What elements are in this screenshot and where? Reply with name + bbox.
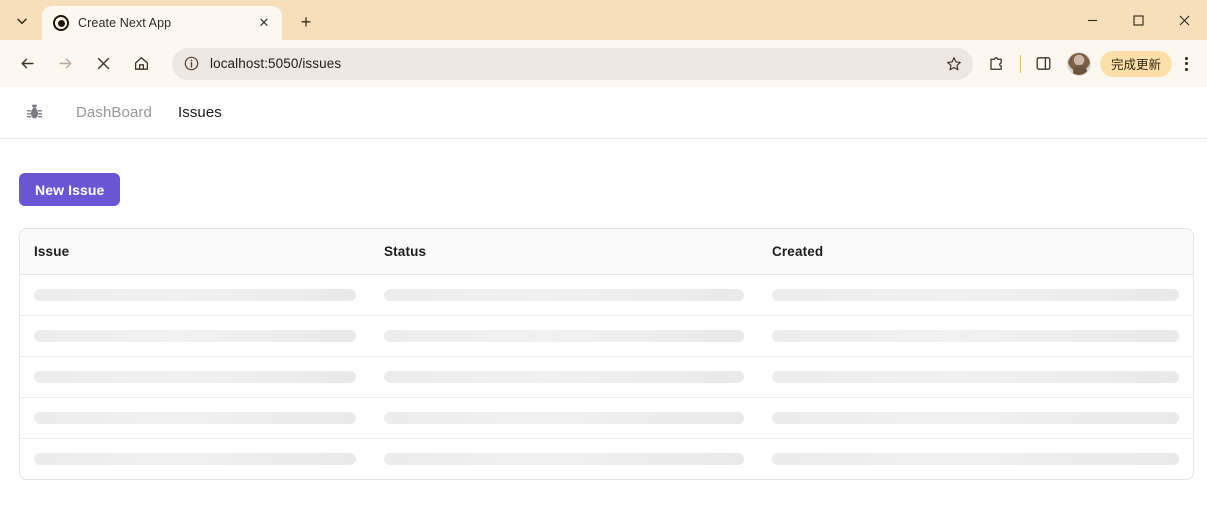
star-icon[interactable] (941, 51, 967, 77)
cell-created (758, 275, 1193, 316)
maximize-button[interactable] (1115, 0, 1161, 40)
table-row[interactable] (20, 357, 1193, 398)
column-header-created[interactable]: Created (758, 229, 1193, 275)
new-tab-button[interactable]: + (292, 8, 320, 36)
nav-link-issues[interactable]: Issues (178, 104, 222, 121)
cell-status (370, 316, 758, 357)
side-panel-icon (1037, 57, 1051, 70)
close-window-button[interactable] (1161, 0, 1207, 40)
back-button[interactable] (12, 49, 42, 79)
cell-created (758, 439, 1193, 480)
table-body (20, 275, 1193, 480)
table-row[interactable] (20, 439, 1193, 480)
url-text[interactable]: localhost:5050/issues (210, 56, 941, 71)
cell-status (370, 357, 758, 398)
column-header-issue[interactable]: Issue (20, 229, 370, 275)
app-navbar: DashBoard Issues (0, 87, 1207, 139)
new-issue-button[interactable]: New Issue (19, 173, 121, 206)
table-header-row: Issue Status Created (20, 229, 1193, 275)
cell-issue (20, 275, 370, 316)
arrow-right-icon (58, 58, 71, 69)
page-viewport: DashBoard Issues New Issue Issue Status … (0, 87, 1207, 529)
tab-search-button[interactable] (8, 7, 36, 35)
avatar[interactable] (1066, 51, 1091, 76)
skeleton-bar (384, 330, 744, 342)
skeleton-bar (772, 330, 1179, 342)
cell-created (758, 316, 1193, 357)
extensions-button[interactable] (982, 49, 1012, 79)
bug-icon[interactable] (24, 103, 44, 123)
close-tab-button[interactable]: ✕ (254, 13, 274, 33)
cell-status (370, 275, 758, 316)
skeleton-bar (772, 453, 1179, 465)
skeleton-bar (772, 412, 1179, 424)
skeleton-bar (384, 371, 744, 383)
table-row[interactable] (20, 275, 1193, 316)
table-head: Issue Status Created (20, 229, 1193, 275)
close-icon (97, 57, 109, 70)
browser-toolbar: localhost:5050/issues 完成更新 (0, 40, 1207, 87)
nextjs-logo-icon (53, 15, 69, 31)
skeleton-bar (772, 371, 1179, 383)
skeleton-bar (34, 289, 356, 301)
skeleton-bar (34, 371, 356, 383)
browser-window: Create Next App ✕ + localhost:5050/issue… (0, 0, 1207, 529)
cell-status (370, 398, 758, 439)
skeleton-bar (34, 412, 356, 424)
nav-link-dashboard[interactable]: DashBoard (76, 104, 152, 121)
tab-title: Create Next App (78, 16, 172, 30)
puzzle-piece-icon (990, 57, 1003, 70)
skeleton-bar (384, 289, 744, 301)
address-bar[interactable]: localhost:5050/issues (172, 47, 973, 80)
cell-issue (20, 398, 370, 439)
issues-table: Issue Status Created (20, 229, 1193, 479)
cell-issue (20, 316, 370, 357)
stop-loading-button[interactable] (88, 49, 118, 79)
minimize-button[interactable] (1069, 0, 1115, 40)
cell-issue (20, 357, 370, 398)
info-circle-icon[interactable] (179, 52, 203, 76)
cell-created (758, 357, 1193, 398)
nav-links: DashBoard Issues (76, 104, 222, 121)
three-dot-menu-icon[interactable] (1173, 49, 1199, 79)
cell-status (370, 439, 758, 480)
column-header-status[interactable]: Status (370, 229, 758, 275)
skeleton-bar (772, 289, 1179, 301)
side-panel-button[interactable] (1029, 49, 1059, 79)
cell-issue (20, 439, 370, 480)
chevron-down-icon (17, 18, 27, 25)
tab-strip: Create Next App ✕ + (0, 0, 1207, 40)
update-button[interactable]: 完成更新 (1099, 50, 1172, 77)
table-row[interactable] (20, 316, 1193, 357)
issues-table-card: Issue Status Created (19, 228, 1194, 480)
skeleton-bar (384, 412, 744, 424)
skeleton-bar (34, 453, 356, 465)
table-row[interactable] (20, 398, 1193, 439)
window-controls (1069, 0, 1207, 40)
skeleton-bar (34, 330, 356, 342)
cell-created (758, 398, 1193, 439)
forward-button[interactable] (50, 49, 80, 79)
browser-tab[interactable]: Create Next App ✕ (42, 6, 282, 40)
page-container: New Issue Issue Status Created (0, 139, 1207, 480)
home-button[interactable] (126, 49, 156, 79)
skeleton-bar (384, 453, 744, 465)
home-icon (134, 57, 148, 70)
toolbar-divider (1019, 54, 1021, 73)
arrow-left-icon (21, 58, 34, 69)
